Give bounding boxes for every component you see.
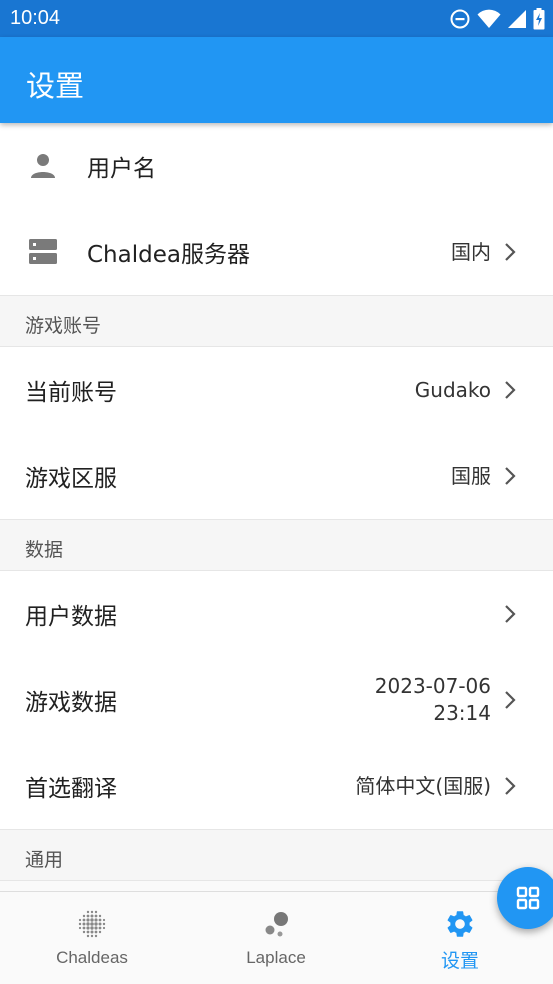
bubbles-icon xyxy=(265,912,288,937)
chevron-right-icon xyxy=(505,381,516,399)
nav-label: Chaldeas xyxy=(56,948,128,967)
server-icon xyxy=(29,239,57,264)
preferred-language-value: 简体中文(国服) xyxy=(355,773,491,798)
chevron-right-icon xyxy=(505,605,516,623)
account-group: 用户名 Chaldea服务器 国内 xyxy=(0,123,553,295)
server-value: 国内 xyxy=(451,239,491,264)
username-row[interactable]: 用户名 xyxy=(0,123,553,209)
status-time: 10:04 xyxy=(10,7,61,29)
game-data-value: 2023-07-06 23:14 xyxy=(375,673,491,727)
current-account-value: Gudako xyxy=(414,377,491,402)
game-data-date: 2023-07-06 xyxy=(374,674,491,698)
app-bar: 设置 xyxy=(0,37,553,123)
game-region-value: 国服 xyxy=(451,463,491,488)
current-account-label: 当前账号 xyxy=(25,380,117,406)
grid-view-icon xyxy=(516,886,540,910)
data-group: 用户数据 游戏数据 2023-07-06 23:14 首选翻译 简体中文(国服) xyxy=(0,571,553,829)
server-label: Chaldea服务器 xyxy=(87,242,250,268)
gear-icon xyxy=(447,911,473,937)
game-region-label: 游戏区服 xyxy=(25,466,117,492)
game-region-row[interactable]: 游戏区服 国服 xyxy=(0,433,553,519)
server-row[interactable]: Chaldea服务器 国内 xyxy=(0,209,553,295)
bottom-navigation: Chaldeas Laplace 设置 xyxy=(0,891,553,984)
battery-charging-icon xyxy=(533,8,545,30)
section-header-data: 数据 xyxy=(0,519,553,571)
preferred-language-label: 首选翻译 xyxy=(25,776,117,802)
cellular-signal-icon xyxy=(508,10,526,28)
game-data-label: 游戏数据 xyxy=(25,690,117,716)
dots-grid-icon xyxy=(78,910,106,938)
user-data-row[interactable]: 用户数据 xyxy=(0,571,553,657)
nav-chaldeas[interactable]: Chaldeas xyxy=(0,892,184,984)
chevron-right-icon xyxy=(505,243,516,261)
nav-label: Laplace xyxy=(246,948,306,967)
section-header-game-account: 游戏账号 xyxy=(0,295,553,347)
status-icons xyxy=(449,8,545,30)
game-account-group: 当前账号 Gudako 游戏区服 国服 xyxy=(0,347,553,519)
status-bar: 10:04 xyxy=(0,0,553,37)
section-header-general: 通用 xyxy=(0,829,553,881)
section-title: 数据 xyxy=(25,539,64,561)
nav-label: 设置 xyxy=(440,950,479,972)
current-account-row[interactable]: 当前账号 Gudako xyxy=(0,347,553,433)
game-data-time: 23:14 xyxy=(433,701,491,725)
chevron-right-icon xyxy=(505,777,516,795)
settings-list[interactable]: 用户名 Chaldea服务器 国内 游戏账号 当前账号 Gudako 游戏区服 … xyxy=(0,123,553,891)
game-data-row[interactable]: 游戏数据 2023-07-06 23:14 xyxy=(0,657,553,743)
username-label: 用户名 xyxy=(87,156,156,182)
section-title: 通用 xyxy=(25,849,64,871)
person-icon xyxy=(31,154,55,178)
page-title: 设置 xyxy=(26,69,85,103)
section-title: 游戏账号 xyxy=(25,315,102,337)
user-data-label: 用户数据 xyxy=(25,604,117,630)
chevron-right-icon xyxy=(505,467,516,485)
do-not-disturb-icon xyxy=(450,9,470,29)
nav-laplace[interactable]: Laplace xyxy=(184,892,368,984)
grid-menu-fab[interactable] xyxy=(497,867,553,929)
preferred-language-row[interactable]: 首选翻译 简体中文(国服) xyxy=(0,743,553,829)
wifi-icon xyxy=(477,9,501,28)
chevron-right-icon xyxy=(505,691,516,709)
